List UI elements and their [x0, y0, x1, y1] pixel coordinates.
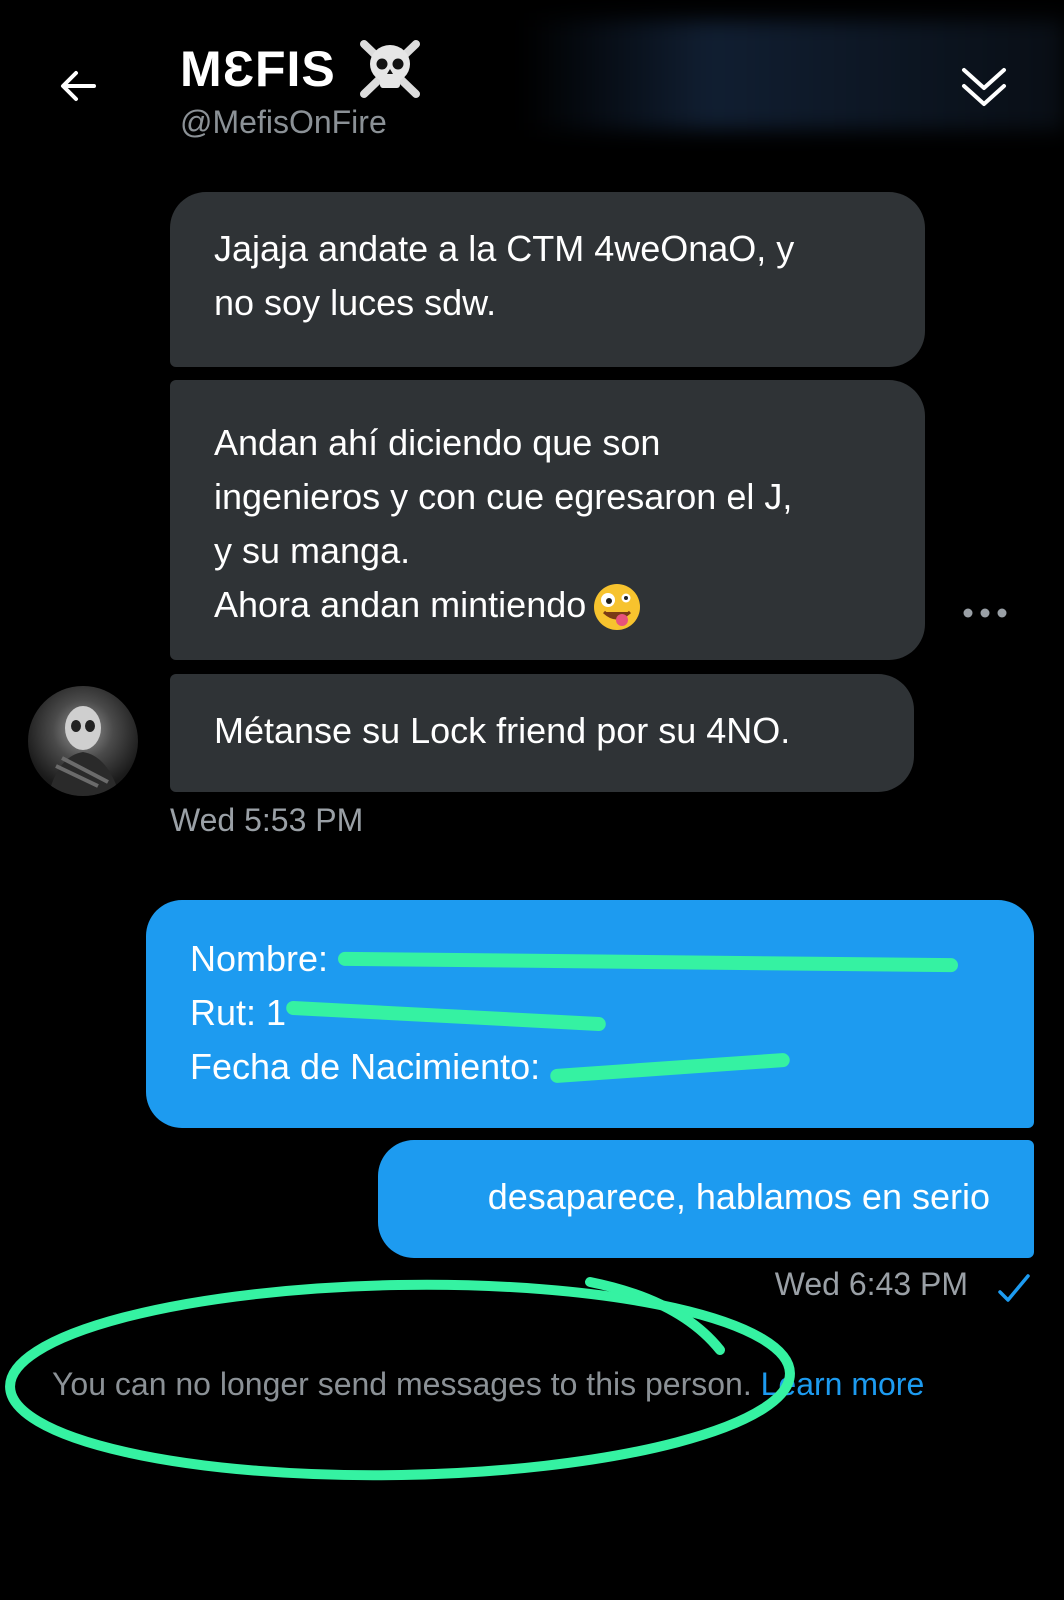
blocked-notice: You can no longer send messages to this … — [52, 1366, 924, 1403]
message-text-line: Ahora andan mintiendo — [214, 578, 881, 632]
redaction-mark — [285, 995, 607, 1032]
message-text: Andan ahí diciendo que son — [214, 422, 661, 463]
message-timestamp: Wed 6:43 PM — [774, 1266, 968, 1302]
back-arrow-icon[interactable] — [54, 62, 102, 110]
notice-text: You can no longer send messages to this … — [52, 1366, 752, 1402]
message-text: no soy luces sdw. — [214, 282, 497, 323]
message-bubble-sent[interactable]: desaparece, hablamos en serio — [378, 1140, 1034, 1258]
message-text: ingenieros y con cue egresaron el J, — [214, 476, 793, 517]
message-text: Fecha de Nacimiento: — [190, 1046, 541, 1087]
message-text: Métanse su Lock friend por su 4NO. — [214, 710, 791, 751]
message-text: y su manga. — [214, 530, 411, 571]
avatar[interactable] — [28, 686, 138, 796]
check-sent-icon — [998, 1274, 1030, 1302]
message-text: Nombre: — [190, 938, 339, 979]
message-text: desaparece, hablamos en serio — [487, 1176, 990, 1217]
message-bubble-received[interactable]: Jajaja andate a la CTM 4weOnaO, y no soy… — [170, 192, 925, 367]
avatar-image — [48, 706, 120, 796]
learn-more-link[interactable]: Learn more — [761, 1366, 925, 1402]
message-bubble-received[interactable]: Andan ahí diciendo que son ingenieros y … — [170, 380, 925, 660]
message-text-line: Nombre: — [190, 932, 990, 986]
message-text-line: Rut: 1 — [190, 986, 990, 1040]
zany-face-emoji-icon — [594, 584, 641, 631]
message-bubble-sent[interactable]: Nombre: Rut: 1 Fecha de Nacimiento: — [146, 900, 1034, 1128]
redaction-mark — [550, 1049, 791, 1084]
message-text: Jajaja andate a la CTM 4weOnaO, y — [214, 228, 795, 269]
display-name: MƐFIS — [180, 41, 336, 97]
double-chevron-down-icon[interactable] — [956, 58, 1012, 114]
message-text: Rut: 1 — [190, 992, 287, 1033]
message-text: Ahora andan mintiendo — [214, 584, 587, 625]
message-timestamp: Wed 5:53 PM — [170, 802, 364, 838]
conversation-title[interactable]: MƐFIS — [180, 34, 426, 104]
skull-crossbones-icon — [360, 40, 421, 98]
redaction-mark — [337, 941, 959, 973]
more-options-icon[interactable] — [962, 606, 1008, 620]
message-text-line: Fecha de Nacimiento: — [190, 1040, 990, 1094]
message-bubble-received[interactable]: Métanse su Lock friend por su 4NO. — [170, 674, 914, 792]
user-handle: @MefisOnFire — [180, 104, 387, 140]
